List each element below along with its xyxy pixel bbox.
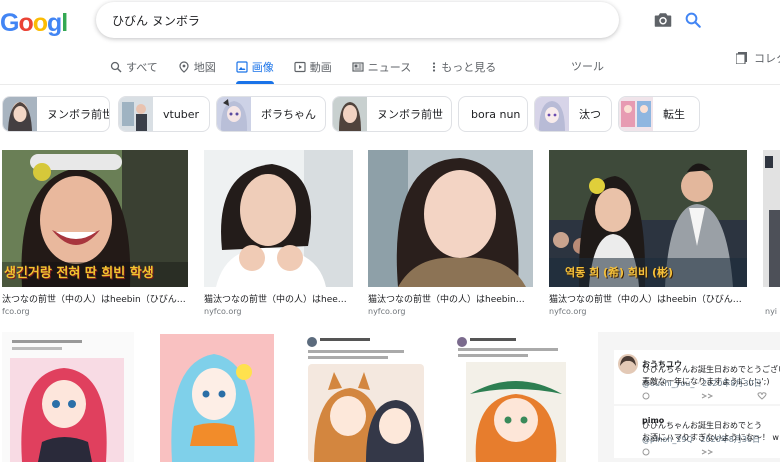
map-pin-icon [179,61,189,73]
chip-thumbnail [217,97,251,131]
result-source[interactable]: nyfco.org [204,307,241,316]
tweet-actions [642,392,767,400]
tab-label: もっと見る [441,61,497,74]
result-caption[interactable]: 猫汰つなの前世（中の人）はheebin… [368,292,533,305]
logo-letter: G [0,9,19,37]
tweet-anime-green-hat [450,332,582,462]
logo-letter: g [47,9,62,37]
bookmark-collection-icon [736,52,747,64]
result-source[interactable]: nyfco.org [368,307,405,316]
search-box[interactable] [96,2,701,38]
tab-videos[interactable]: 動画 [294,56,332,78]
chip-thumbnail [3,97,37,131]
search-tabs: すべて 地図 画像 動画 ニュース もっと見る [110,56,496,84]
tab-news[interactable]: ニュース [352,56,411,78]
tab-images[interactable]: 画像 [235,56,274,84]
chip-label: bora nun [471,107,521,121]
anime-illustration-pink-hair [2,332,134,462]
tab-label: 地図 [193,61,216,74]
tweet-screenshot-card[interactable]: おうちユウ @ouchi_you_ · 2020年8月30日 ひびんちゃんお誕生… [598,332,780,462]
avatar [618,354,638,374]
logo-letter: o [32,9,48,37]
chip-thumbnail [119,97,153,131]
collections-label: コレク [754,52,780,65]
chip[interactable]: bora nun [458,96,528,132]
tweet-text: お酒にハマりすぎないようにな～！ w [642,433,779,442]
logo-letter: o [18,9,33,37]
news-icon [352,62,364,72]
tweet: おうちユウ @ouchi_you_ · 2020年8月30日 ひびんちゃんお誕生… [614,350,780,404]
chip-label: ヌンボラ前世 [377,108,443,121]
tab-label: 画像 [251,61,274,74]
chip-label: 汰つ [579,108,601,121]
tweet-text: ひびんちゃんお誕生日おめでとうござい [642,365,780,374]
tweet-actions [642,448,714,456]
chip-thumbnail [333,97,367,131]
tab-all[interactable]: すべて [110,56,158,78]
result-caption[interactable]: 猫汰つなの前世（中の人）はheebin（ひびん… [549,292,747,305]
tab-more[interactable]: もっと見る [431,56,496,78]
chip-thumbnail [619,97,653,131]
result-image[interactable] [2,332,134,462]
photo-girl-fists [204,150,353,287]
tab-label: 動画 [309,61,332,74]
header-divider [0,84,780,85]
chip-label: 転生 [663,108,685,121]
tab-label: すべて [126,61,158,74]
chip-label: ヌンボラ前世 [47,108,110,121]
chip[interactable]: vtuber [118,96,210,132]
more-icon [433,62,436,72]
google-logo[interactable]: Google [0,9,68,39]
tweet-text: ひびんちゃんお誕生日おめでとう [642,421,762,430]
image-overlay-text: 생긴거랑 전혀 딴 희빈 학생 [4,266,154,281]
chip-thumbnail [535,97,569,131]
result-image[interactable] [150,332,283,462]
search-icon[interactable] [684,11,702,29]
tweet: pimo @pinon_29Q · 2020年8月30日 ひびんちゃんお誕生日お… [614,406,780,458]
chip[interactable]: ヌンボラ前世 [332,96,452,132]
chip-label: ボラちゃん [261,108,316,121]
tweet-anime-cats [300,332,432,462]
image-overlay-text: 역동 희 (希) 희비 (彬) [565,266,674,279]
result-image[interactable] [300,332,432,462]
logo-letter: e [67,9,68,38]
search-input[interactable] [112,11,532,29]
result-caption[interactable]: 汰つなの前世（中の人）はheebin（ひびん… [2,292,188,305]
result-image[interactable]: 생긴거랑 전혀 딴 희빈 학생 [2,150,188,287]
tweet-text: 素敵な一年になりますように (;'ᴗ';) [642,377,770,386]
photo-girl-selfie [368,150,533,287]
result-source[interactable]: fco.org [2,307,30,316]
result-source[interactable]: nyfco.org [549,307,586,316]
video-icon [294,61,306,73]
result-caption[interactable]: 猫汰つなの前世（中の人）はhee… [204,292,353,305]
chip[interactable]: 汰つ [534,96,612,132]
anime-illustration-blue-hair [150,332,283,462]
image-icon [236,61,248,73]
chip[interactable]: 転生 [618,96,700,132]
chip-label: vtuber [163,107,200,121]
chip[interactable]: ヌンボラ前世 [2,96,110,132]
camera-icon[interactable] [654,12,672,28]
result-source[interactable]: nyi [765,307,780,316]
result-image[interactable] [450,332,582,462]
result-image[interactable] [204,150,353,287]
search-icon [110,61,122,73]
chip[interactable]: ボラちゃん [216,96,326,132]
collections-link[interactable]: コレク [736,50,780,66]
photo-cutoff [763,150,780,287]
tools-button[interactable]: ツール [571,56,604,78]
result-image[interactable]: 역동 희 (希) 희비 (彬) [549,150,747,287]
result-image[interactable] [763,150,780,287]
result-image[interactable] [368,150,533,287]
tab-label: ニュース [367,61,412,74]
tab-maps[interactable]: 地図 [178,56,216,78]
